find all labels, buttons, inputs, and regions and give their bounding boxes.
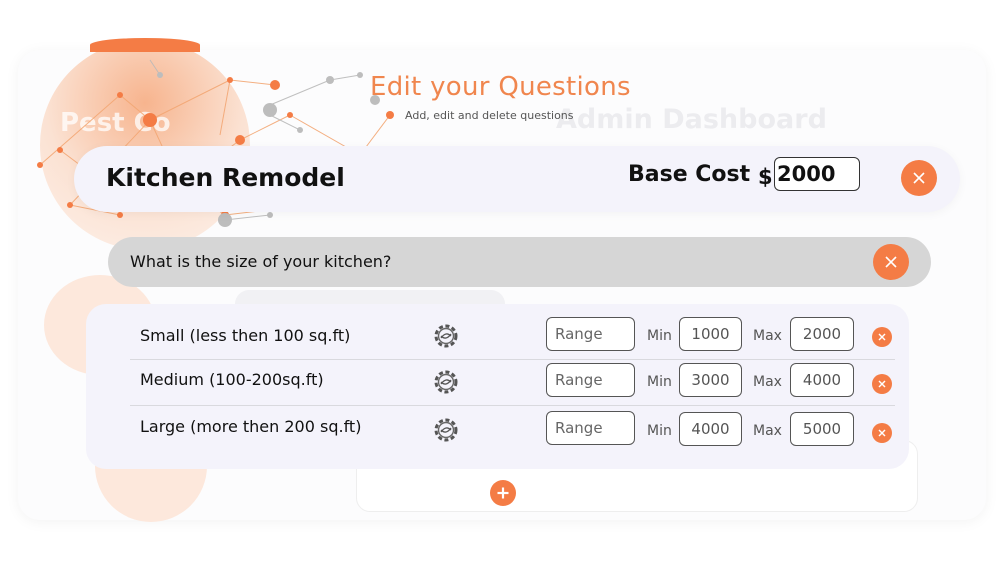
delete-option-button[interactable] <box>872 423 892 443</box>
gear-icon[interactable] <box>430 320 462 352</box>
close-icon <box>878 333 886 341</box>
option-label: Small (less then 100 sq.ft) <box>140 326 351 345</box>
page-subtitle: Add, edit and delete questions <box>405 109 574 122</box>
max-value-input[interactable] <box>790 363 854 397</box>
service-card: Kitchen Remodel Base Cost $ <box>74 146 960 212</box>
option-type-input[interactable] <box>546 411 635 445</box>
base-cost-input[interactable] <box>774 157 860 191</box>
service-name: Kitchen Remodel <box>106 163 345 192</box>
base-cost-label: Base Cost <box>628 162 751 187</box>
max-label: Max <box>753 328 782 344</box>
page-title: Edit your Questions <box>370 72 631 102</box>
delete-option-button[interactable] <box>872 374 892 394</box>
min-value-input[interactable] <box>679 363 742 397</box>
option-row: Small (less then 100 sq.ft) Min Max <box>86 314 909 360</box>
option-type-input[interactable] <box>546 363 635 397</box>
options-panel: Small (less then 100 sq.ft) Min Max Medi… <box>86 304 909 469</box>
delete-question-button[interactable] <box>873 244 909 280</box>
min-label: Min <box>647 328 672 344</box>
add-option-button[interactable] <box>490 480 516 506</box>
question-text: What is the size of your kitchen? <box>130 252 392 271</box>
max-value-input[interactable] <box>790 317 854 351</box>
delete-service-button[interactable] <box>901 160 937 196</box>
max-label: Max <box>753 374 782 390</box>
option-label: Medium (100-200sq.ft) <box>140 370 324 389</box>
close-icon <box>878 429 886 437</box>
delete-option-button[interactable] <box>872 327 892 347</box>
option-row: Large (more then 200 sq.ft) Min Max <box>86 408 909 454</box>
min-label: Min <box>647 423 672 439</box>
option-row: Medium (100-200sq.ft) Min Max <box>86 360 909 406</box>
max-value-input[interactable] <box>790 412 854 446</box>
background-dashboard-title: Admin Dashboard <box>556 104 827 135</box>
question-bar[interactable]: What is the size of your kitchen? <box>108 237 931 287</box>
min-value-input[interactable] <box>679 412 742 446</box>
close-icon <box>878 380 886 388</box>
min-value-input[interactable] <box>679 317 742 351</box>
gear-icon[interactable] <box>430 366 462 398</box>
gear-icon[interactable] <box>430 414 462 446</box>
plus-icon <box>497 487 509 499</box>
max-label: Max <box>753 423 782 439</box>
close-icon <box>913 172 925 184</box>
currency-symbol: $ <box>758 165 773 189</box>
close-icon <box>885 256 897 268</box>
option-label: Large (more then 200 sq.ft) <box>140 417 362 436</box>
option-type-input[interactable] <box>546 317 635 351</box>
min-label: Min <box>647 374 672 390</box>
